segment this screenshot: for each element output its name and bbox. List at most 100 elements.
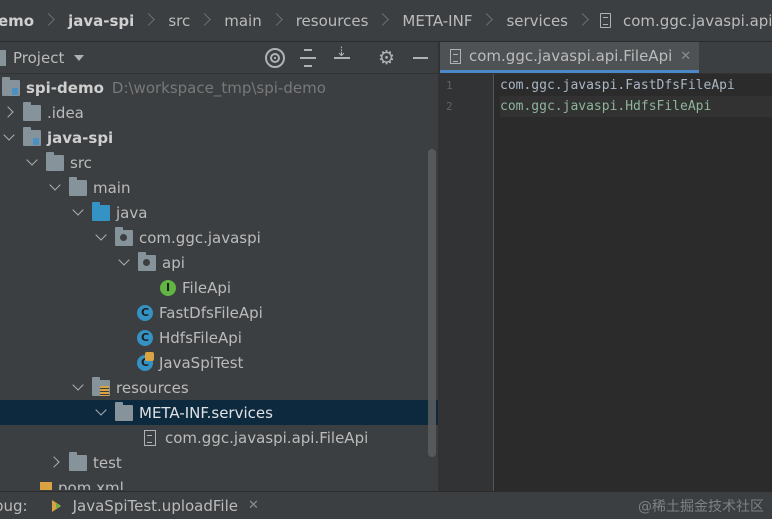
breadcrumb-item-services[interactable]: services (494, 0, 590, 41)
folder-icon (46, 151, 64, 171)
tree-item-fileapi[interactable]: I FileApi (0, 275, 426, 300)
project-view-selector[interactable]: Project (13, 49, 64, 67)
tree-item-label: com.ggc.javaspi.api.FileApi (165, 428, 369, 447)
breadcrumb-item-java-spi[interactable]: java-spi (56, 0, 156, 41)
breadcrumb-label: com.ggc.javaspi.api.FileApi (623, 11, 772, 30)
breadcrumb-item-spi-demo[interactable]: emo (0, 0, 56, 41)
source-folder-icon (92, 201, 110, 221)
breadcrumb-item-meta-inf[interactable]: META-INF (390, 0, 494, 41)
breadcrumb-label: META-INF (402, 11, 473, 30)
chevron-right-icon (142, 0, 156, 41)
chevron-right-icon (480, 0, 494, 41)
project-path-hint: D:\workspace_tmp\spi-demo (111, 78, 326, 97)
chevron-right-icon (270, 0, 284, 41)
text-file-icon (144, 429, 156, 446)
watermark: @稀土掘金技术社区 (638, 499, 764, 515)
debug-label[interactable]: bug: (0, 497, 28, 515)
breadcrumb-label: src (168, 11, 191, 30)
tree-item-java[interactable]: java (0, 200, 426, 225)
tree-item-hdfsfileapi[interactable]: C HdfsFileApi (0, 325, 426, 350)
editor-tab-fileapi[interactable]: com.ggc.javaspi.api.FileApi ✕ (440, 42, 700, 73)
collapse-all-icon[interactable] (332, 45, 352, 68)
breadcrumb-label: main (224, 11, 262, 30)
tree-item-idea[interactable]: .idea (0, 100, 426, 125)
breadcrumb-label: resources (295, 11, 369, 30)
breadcrumb-label: java-spi (68, 11, 135, 30)
debug-tool-bar: bug: JavaSpiTest.uploadFile ✕ @稀土掘金技术社区 (0, 491, 772, 519)
collapse-arrow-icon[interactable] (71, 200, 85, 225)
tree-item-spi-demo[interactable]: spi-demo D:\workspace_tmp\spi-demo (0, 75, 426, 100)
breadcrumb: emo java-spi src main resources META-INF… (0, 0, 772, 42)
collapse-arrow-icon[interactable] (94, 400, 108, 425)
close-icon[interactable]: ✕ (248, 498, 259, 513)
tree-item-fastdfsfileapi[interactable]: C FastDfsFileApi (0, 300, 426, 325)
project-icon (0, 49, 6, 66)
breadcrumb-item-src[interactable]: src (156, 0, 212, 41)
project-tool-window: Project ⚙ spi-demo D:\workspace_tmp\spi-… (0, 42, 438, 491)
tree-item-package-api[interactable]: api (0, 250, 426, 275)
tree-scrollbar[interactable] (428, 149, 436, 457)
tree-item-meta-inf-services[interactable]: META-INF.services (0, 400, 438, 425)
collapse-arrow-icon[interactable] (117, 250, 131, 275)
debug-session-tab[interactable]: JavaSpiTest.uploadFile (73, 497, 238, 515)
tree-item-label: FastDfsFileApi (159, 303, 263, 322)
editor-area: com.ggc.javaspi.api.FileApi ✕ 1 2 com.gg… (440, 42, 772, 491)
tree-item-src[interactable]: src (0, 150, 426, 175)
package-icon (115, 226, 133, 246)
line-number: 2 (446, 100, 453, 113)
dropdown-arrow-icon[interactable] (74, 54, 85, 61)
tree-item-resources[interactable]: resources (0, 375, 426, 400)
editor-tab-strip: com.ggc.javaspi.api.FileApi ✕ (440, 42, 772, 74)
folder-icon (115, 401, 133, 421)
folder-icon (23, 101, 41, 121)
package-icon (138, 251, 156, 271)
collapse-arrow-icon[interactable] (94, 225, 108, 250)
tree-item-main[interactable]: main (0, 175, 426, 200)
gear-icon[interactable]: ⚙ (378, 48, 398, 68)
tree-item-label: java (116, 203, 148, 222)
chevron-right-icon (576, 0, 590, 41)
tree-item-label: JavaSpiTest (159, 353, 244, 372)
breadcrumb-item-file[interactable]: com.ggc.javaspi.api.FileApi (590, 0, 772, 41)
tree-item-label: src (70, 153, 92, 172)
tree-item-test[interactable]: test (0, 450, 426, 475)
collapse-arrow-icon[interactable] (71, 375, 85, 400)
chevron-right-icon (42, 0, 56, 41)
text-file-icon (600, 13, 611, 28)
expand-arrow-icon[interactable] (48, 450, 62, 475)
tree-item-pom[interactable]: pom.xml (0, 475, 426, 490)
hide-panel-icon[interactable] (410, 48, 430, 68)
chevron-right-icon (198, 0, 212, 41)
tree-item-label: com.ggc.javaspi (139, 228, 261, 247)
close-icon[interactable]: ✕ (680, 49, 691, 64)
test-class-icon: C (137, 351, 154, 371)
module-folder-icon (2, 76, 20, 96)
collapse-arrow-icon[interactable] (48, 175, 62, 200)
code-line[interactable]: com.ggc.javaspi.FastDfsFileApi (500, 75, 772, 96)
locate-file-icon[interactable] (265, 48, 285, 68)
folder-icon (69, 176, 87, 196)
tree-item-javaspitest[interactable]: C JavaSpiTest (0, 350, 426, 375)
tree-item-label: pom.xml (58, 478, 124, 491)
maven-icon (40, 481, 52, 490)
module-folder-icon (23, 126, 41, 146)
breadcrumb-label: services (506, 11, 568, 30)
tab-label: com.ggc.javaspi.api.FileApi (469, 47, 673, 65)
expand-arrow-icon[interactable] (2, 100, 16, 125)
collapse-arrow-icon[interactable] (25, 150, 39, 175)
tree-item-label: api (162, 253, 185, 272)
interface-icon: I (160, 279, 176, 296)
tree-item-java-spi[interactable]: java-spi (0, 125, 426, 150)
line-number: 1 (446, 79, 453, 92)
expand-all-icon[interactable] (298, 48, 318, 68)
resources-folder-icon (92, 376, 110, 396)
collapse-arrow-icon[interactable] (2, 125, 16, 150)
tree-item-label: java-spi (47, 128, 114, 147)
tree-item-label: resources (116, 378, 189, 397)
breadcrumb-item-resources[interactable]: resources (284, 0, 391, 41)
tree-item-label: spi-demo (26, 78, 104, 97)
tree-item-package-javaspi[interactable]: com.ggc.javaspi (0, 225, 426, 250)
breadcrumb-item-main[interactable]: main (212, 0, 284, 41)
tree-item-service-file[interactable]: com.ggc.javaspi.api.FileApi (0, 425, 426, 450)
code-line-current[interactable]: com.ggc.javaspi.HdfsFileApi (500, 96, 772, 117)
